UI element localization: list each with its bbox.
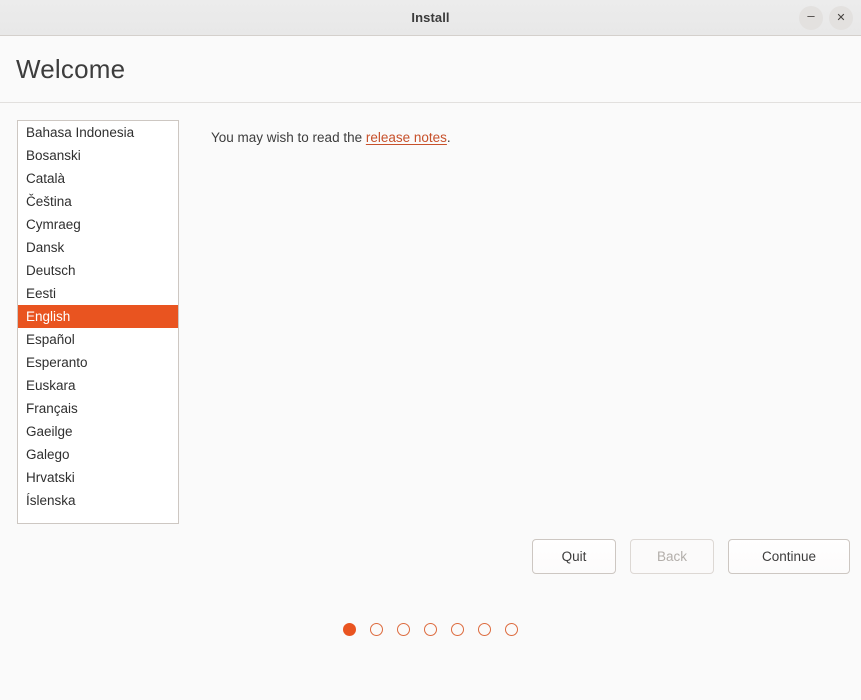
language-list-item[interactable]: Íslenska <box>18 489 178 512</box>
quit-button[interactable]: Quit <box>532 539 616 574</box>
minimize-button[interactable]: – <box>799 6 823 30</box>
language-list-item[interactable]: Esperanto <box>18 351 178 374</box>
progress-indicator <box>0 623 861 636</box>
language-list-item[interactable]: Català <box>18 167 178 190</box>
language-list-item[interactable]: Euskara <box>18 374 178 397</box>
progress-dot[interactable] <box>343 623 356 636</box>
action-buttons: Quit Back Continue <box>532 539 850 574</box>
language-list-item[interactable]: Galego <box>18 443 178 466</box>
close-button[interactable]: ✕ <box>829 6 853 30</box>
page-content: Bahasa IndonesiaBosanskiCatalàČeštinaCym… <box>0 103 861 700</box>
language-list-item[interactable]: Deutsch <box>18 259 178 282</box>
release-notes-link[interactable]: release notes <box>366 130 447 145</box>
language-list-item[interactable]: Bahasa Indonesia <box>18 121 178 144</box>
release-notes-suffix: . <box>447 130 451 145</box>
language-list-item[interactable]: Dansk <box>18 236 178 259</box>
language-list-item[interactable]: Français <box>18 397 178 420</box>
progress-dot[interactable] <box>424 623 437 636</box>
window-controls: – ✕ <box>799 0 853 36</box>
titlebar: Install – ✕ <box>0 0 861 36</box>
language-list-item[interactable]: Cymraeg <box>18 213 178 236</box>
language-list-item[interactable]: Gaeilge <box>18 420 178 443</box>
page-header: Welcome <box>0 36 861 103</box>
progress-dot[interactable] <box>451 623 464 636</box>
release-notes-text: You may wish to read the release notes. <box>211 130 451 145</box>
language-list-item[interactable]: Hrvatski <box>18 466 178 489</box>
progress-dot[interactable] <box>397 623 410 636</box>
language-list-item[interactable]: English <box>18 305 178 328</box>
progress-dot[interactable] <box>370 623 383 636</box>
page-title: Welcome <box>16 54 125 85</box>
continue-button[interactable]: Continue <box>728 539 850 574</box>
language-list-item[interactable]: Čeština <box>18 190 178 213</box>
language-list-item[interactable]: Bosanski <box>18 144 178 167</box>
language-list-item[interactable]: Español <box>18 328 178 351</box>
window-title: Install <box>411 10 449 25</box>
release-notes-prefix: You may wish to read the <box>211 130 366 145</box>
install-window: Install – ✕ Welcome Bahasa IndonesiaBosa… <box>0 0 861 700</box>
back-button: Back <box>630 539 714 574</box>
language-list[interactable]: Bahasa IndonesiaBosanskiCatalàČeštinaCym… <box>17 120 179 524</box>
minimize-icon: – <box>807 9 814 22</box>
language-list-item[interactable]: Eesti <box>18 282 178 305</box>
progress-dot[interactable] <box>505 623 518 636</box>
progress-dot[interactable] <box>478 623 491 636</box>
close-icon: ✕ <box>836 13 845 24</box>
